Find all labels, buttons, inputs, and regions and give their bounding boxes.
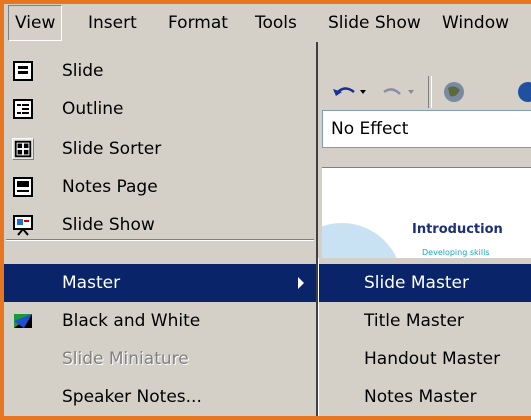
menu-tools[interactable]: Tools xyxy=(249,4,303,42)
menu-slide-show[interactable]: Slide Show xyxy=(322,4,427,42)
menu-item-slide[interactable]: Slide xyxy=(4,52,316,90)
undo-icon[interactable] xyxy=(330,80,370,104)
slide-icon xyxy=(13,61,33,81)
submenu-item-label: Title Master xyxy=(364,311,464,331)
submenu-arrow-icon xyxy=(298,277,304,289)
menu-item-label: Master xyxy=(62,273,121,293)
slide-preview: Introduction Developing skills xyxy=(322,167,531,268)
menu-item-speaker-notes[interactable]: Speaker Notes... xyxy=(4,378,316,416)
submenu-item-notes-master[interactable]: Notes Master xyxy=(319,378,531,416)
globe-icon[interactable] xyxy=(514,78,531,106)
submenu-item-title-master[interactable]: Title Master xyxy=(319,302,531,340)
menu-item-outline[interactable]: Outline xyxy=(4,90,316,128)
menu-item-label: Slide Sorter xyxy=(62,139,162,159)
menu-item-slide-sorter[interactable]: Slide Sorter xyxy=(4,130,316,168)
submenu-item-label: Slide Master xyxy=(364,273,469,293)
menu-item-label: Slide Show xyxy=(62,215,155,235)
outline-icon xyxy=(13,99,33,119)
menu-item-label: Black and White xyxy=(62,311,201,331)
notes-page-icon xyxy=(13,177,33,197)
menu-item-label: Slide Miniature xyxy=(62,349,189,369)
slide-bullet: Developing skills xyxy=(422,248,490,257)
menu-item-label: Outline xyxy=(62,99,124,119)
menu-view[interactable]: View xyxy=(8,5,63,41)
redo-icon[interactable] xyxy=(378,80,418,104)
menu-item-slide-miniature: Slide Miniature xyxy=(4,340,316,378)
web-globe-icon[interactable] xyxy=(440,78,468,106)
toolbar-divider xyxy=(428,76,432,108)
effect-value: No Effect xyxy=(331,119,409,139)
menu-item-label: Slide xyxy=(62,61,104,81)
slide-title: Introduction xyxy=(412,222,503,237)
menu-bar: View Insert Format Tools Slide Show Wind… xyxy=(4,4,531,46)
submenu-item-handout-master[interactable]: Handout Master xyxy=(319,340,531,378)
submenu-item-label: Notes Master xyxy=(364,387,477,407)
menu-divider xyxy=(6,239,314,241)
slide-sorter-icon xyxy=(12,138,34,160)
submenu-item-slide-master[interactable]: Slide Master xyxy=(319,264,531,302)
window-frame-bottom xyxy=(0,416,531,420)
view-menu: Slide Outline Slide Sorter Notes Page Sl… xyxy=(4,42,318,416)
menu-item-notes-page[interactable]: Notes Page xyxy=(4,168,316,206)
menu-item-label: Speaker Notes... xyxy=(62,387,202,407)
menu-item-label: Notes Page xyxy=(62,177,158,197)
slide-show-icon xyxy=(13,215,33,236)
menu-insert[interactable]: Insert xyxy=(82,4,143,42)
menu-window[interactable]: Window xyxy=(436,4,515,42)
submenu-item-label: Handout Master xyxy=(364,349,501,369)
menu-format[interactable]: Format xyxy=(162,4,234,42)
menu-item-master[interactable]: Master xyxy=(4,264,316,302)
animation-effect-dropdown[interactable]: No Effect xyxy=(322,110,531,148)
menu-item-black-and-white[interactable]: Black and White xyxy=(4,302,316,340)
black-white-icon xyxy=(14,314,32,328)
master-submenu: Slide Master Title Master Handout Master… xyxy=(318,258,531,416)
